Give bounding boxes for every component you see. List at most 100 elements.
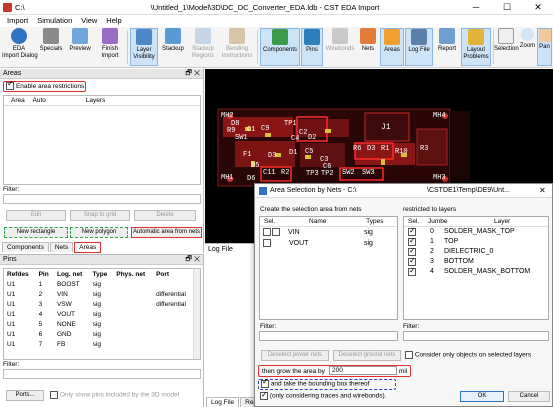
- report-button[interactable]: Report: [434, 28, 460, 66]
- pins-table-row[interactable]: U1 6 GND sig: [4, 329, 194, 339]
- edit-button[interactable]: Edit: [6, 210, 66, 221]
- pins-filter-input[interactable]: [3, 369, 201, 379]
- checkbox-unchecked-icon[interactable]: [272, 228, 280, 237]
- pins-table-row[interactable]: U1 3 VSW sig differential: [4, 299, 194, 309]
- stackup-regions-button[interactable]: Stackup Regions: [188, 28, 218, 66]
- checkbox-checked-icon[interactable]: [408, 236, 416, 247]
- delete-button[interactable]: Delete: [134, 210, 196, 221]
- tab-components[interactable]: Components: [2, 242, 49, 252]
- tab-areas[interactable]: Areas: [74, 242, 102, 253]
- title-path: C:\: [15, 3, 25, 12]
- nets-list-header: Sel. Name Types: [260, 217, 397, 227]
- areas-table[interactable]: Area Auto Layers: [3, 95, 201, 185]
- pan-button[interactable]: Pan: [537, 28, 552, 66]
- pins-table-row[interactable]: U1 7 FB sig: [4, 339, 194, 349]
- new-rectangle-button[interactable]: New rectangle: [4, 227, 68, 238]
- tab-nets[interactable]: Nets: [49, 242, 74, 252]
- areas-filter-input[interactable]: [3, 194, 201, 204]
- close-button[interactable]: ✕: [527, 0, 549, 15]
- panel-pin-icons[interactable]: 🗗 ✕: [185, 69, 200, 79]
- pcb-label: D2: [308, 134, 317, 142]
- layers-list[interactable]: Sel. Jumbe Layer 0SOLDER_MASK_TOP 1TOP 2…: [403, 216, 549, 320]
- dialog-title: Area Selection by Nets - C:\: [270, 187, 357, 194]
- only-show-pins-checkbox[interactable]: Only show pins included by the 3D model: [50, 391, 179, 399]
- layer-row[interactable]: 0SOLDER_MASK_TOP: [404, 226, 548, 237]
- checkbox-unchecked-icon[interactable]: [263, 239, 271, 248]
- cancel-button[interactable]: Cancel: [508, 391, 550, 402]
- consider-only-selected-layers-checkbox[interactable]: Consider only objects on selected layers: [405, 351, 531, 359]
- ok-button[interactable]: OK: [460, 391, 504, 402]
- layer-row[interactable]: 1TOP: [404, 236, 548, 247]
- pcb-label: TP2: [321, 170, 334, 178]
- enable-area-restrictions-checkbox[interactable]: Enable area restrictions: [3, 80, 86, 92]
- pins-column-header[interactable]: Log. net: [54, 269, 90, 279]
- net-row[interactable]: VOUT sig: [260, 238, 397, 249]
- pins-table-row[interactable]: U1 5 NONE sig: [4, 319, 194, 329]
- net-row[interactable]: VIN sig: [260, 227, 397, 238]
- checkbox-checked-icon[interactable]: [408, 246, 416, 257]
- pins-table-row[interactable]: U1 1 BOOST sig: [4, 279, 194, 289]
- stackup-button[interactable]: Stackup: [159, 28, 187, 66]
- automatic-area-from-nets-button[interactable]: Automatic area from nets: [131, 227, 202, 238]
- minimize-button[interactable]: ─: [465, 0, 487, 15]
- finish-import-button[interactable]: Finish Import: [95, 28, 125, 66]
- specials-button[interactable]: Specials: [37, 28, 65, 66]
- menu-help[interactable]: Help: [106, 15, 121, 27]
- menu-import[interactable]: Import: [7, 15, 28, 27]
- finish-icon: [102, 28, 118, 44]
- bounding-box-checkbox[interactable]: and take the bounding box thereof: [258, 378, 396, 390]
- pins-column-header[interactable]: Type: [90, 269, 114, 279]
- deselect-power-nets-button[interactable]: Deselect power nets: [261, 350, 329, 361]
- pins-column-header[interactable]: Port: [153, 269, 194, 279]
- pins-column-header[interactable]: Pin: [36, 269, 54, 279]
- layer-row[interactable]: 4SOLDER_MASK_BOTTOM: [404, 266, 548, 277]
- pins-table-row[interactable]: U1 2 VIN sig differential: [4, 289, 194, 299]
- checkbox-checked-icon[interactable]: [408, 226, 416, 237]
- pcb-label: R1: [381, 145, 390, 153]
- ports-button[interactable]: Ports...: [6, 390, 44, 401]
- preview-button[interactable]: Preview: [66, 28, 94, 66]
- menu-simulation[interactable]: Simulation: [37, 15, 72, 27]
- selection-button[interactable]: Selection: [494, 28, 519, 66]
- wirebonds-button[interactable]: Wirebonds: [324, 28, 356, 66]
- layers-filter-input[interactable]: [403, 331, 549, 341]
- bending-instructions-button[interactable]: Bending Instructions: [219, 28, 255, 66]
- layout-problems-button[interactable]: Layout Problems: [461, 28, 491, 66]
- nets-filter-input[interactable]: [259, 331, 398, 341]
- eda-import-button[interactable]: EDA Import Dialog: [2, 28, 38, 66]
- pcb-label: R10: [395, 148, 408, 156]
- grow-area-input[interactable]: 200: [329, 366, 397, 375]
- zoom-button[interactable]: Zoom: [519, 28, 536, 66]
- new-polygon-button[interactable]: New polygon: [70, 227, 128, 238]
- pins-scrollbar[interactable]: [193, 269, 200, 359]
- layer-row[interactable]: 3BOTTOM: [404, 256, 548, 267]
- layer-row[interactable]: 2DIELECTRIC_0: [404, 246, 548, 257]
- pins-table[interactable]: Refdes Pin Log. net Type Phys. net Port U1 1 BO…: [3, 268, 201, 360]
- traces-wirebonds-checkbox[interactable]: (only considering traces and wirebonds).: [260, 390, 387, 400]
- tab-log-file[interactable]: Log File: [206, 397, 240, 407]
- pins-button[interactable]: Pins: [301, 28, 323, 66]
- menu-view[interactable]: View: [81, 15, 97, 27]
- pins-panel: Pins 🗗 ✕ Refdes Pin Log. net Type Phys. net Po…: [0, 254, 204, 407]
- log-file-button[interactable]: Log File: [405, 28, 433, 66]
- pins-table-cell: sig: [92, 330, 101, 338]
- panel-pin-icons[interactable]: 🗗 ✕: [185, 255, 200, 265]
- nets-list[interactable]: Sel. Name Types VIN sig VOUT sig: [259, 216, 398, 320]
- checkbox-checked-icon[interactable]: [408, 266, 416, 277]
- pins-table-cell: NONE: [56, 320, 76, 328]
- areas-button[interactable]: Areas: [380, 28, 404, 66]
- deselect-ground-nets-button[interactable]: Deselect ground nets: [333, 350, 401, 361]
- nets-button[interactable]: Nets: [357, 28, 379, 66]
- pins-table-row[interactable]: U1 4 VOUT sig: [4, 309, 194, 319]
- pins-table-cell: sig: [92, 300, 101, 308]
- checkbox-checked-icon[interactable]: [408, 256, 416, 267]
- layer-visibility-button[interactable]: Layer Visibility: [130, 28, 158, 66]
- dialog-icon: [259, 187, 267, 195]
- pins-column-header[interactable]: Refdes: [4, 269, 36, 279]
- pins-column-header[interactable]: Phys. net: [113, 269, 153, 279]
- checkbox-unchecked-icon[interactable]: [263, 228, 271, 237]
- maximize-button[interactable]: ☐: [496, 0, 518, 15]
- snap-to-grid-button[interactable]: Snap to grid: [70, 210, 130, 221]
- components-button[interactable]: Components: [260, 28, 300, 66]
- dialog-close-button[interactable]: ✕: [539, 186, 546, 195]
